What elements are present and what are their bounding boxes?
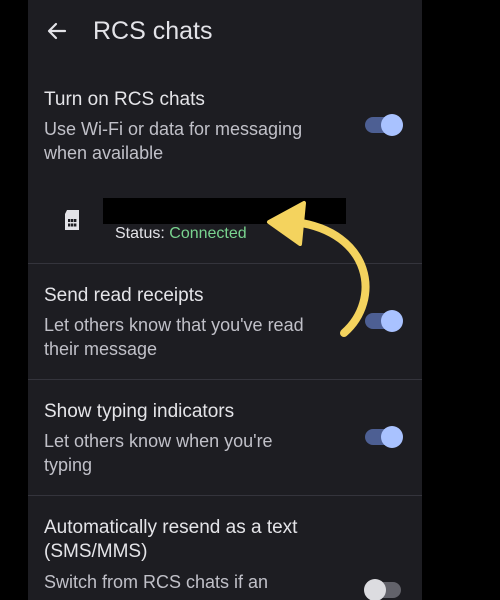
read-receipts-title: Send read receipts <box>44 285 204 306</box>
typing-indicators-subtitle-line-2: typing <box>44 455 93 475</box>
rcs-chats-subtitle-line-2: when available <box>44 143 164 163</box>
phone-screen: RCS chats Turn on RCS chats Use Wi-Fi or… <box>28 0 422 600</box>
sim-name-redaction <box>103 198 346 224</box>
auto-resend-setting[interactable]: Automatically resend as a text (SMS/MMS)… <box>28 496 422 600</box>
auto-resend-title-line-2: (SMS/MMS) <box>44 541 148 562</box>
back-button[interactable] <box>42 16 72 46</box>
read-receipts-subtitle-line-2: their message <box>44 339 158 359</box>
read-receipts-toggle[interactable] <box>365 310 403 332</box>
rcs-chats-toggle[interactable] <box>365 114 403 136</box>
auto-resend-toggle[interactable] <box>364 579 401 600</box>
typing-indicators-toggle[interactable] <box>365 426 403 448</box>
toggle-knob <box>381 114 403 136</box>
status-label: Status: <box>115 225 165 242</box>
read-receipts-setting[interactable]: Send read receipts Let others know that … <box>28 264 422 379</box>
arrow-left-icon <box>47 22 67 40</box>
sim-status-text: Status: Connected <box>115 225 247 243</box>
rcs-chats-setting[interactable]: Turn on RCS chats Use Wi-Fi or data for … <box>28 82 422 182</box>
app-bar: RCS chats <box>28 0 422 66</box>
typing-indicators-title: Show typing indicators <box>44 401 235 422</box>
toggle-knob <box>364 579 386 600</box>
status-value: Connected <box>169 225 247 242</box>
toggle-knob <box>381 310 403 332</box>
auto-resend-title-line-1: Automatically resend as a text <box>44 517 298 538</box>
read-receipts-subtitle-line-1: Let others know that you've read <box>44 315 304 335</box>
rcs-chats-title: Turn on RCS chats <box>44 89 205 110</box>
page-title: RCS chats <box>93 17 213 45</box>
auto-resend-subtitle-line-1: Switch from RCS chats if an <box>44 572 269 592</box>
toggle-knob <box>381 426 403 448</box>
sim-card-icon <box>65 210 79 230</box>
typing-indicators-setting[interactable]: Show typing indicators Let others know w… <box>28 380 422 495</box>
rcs-chats-subtitle-line-1: Use Wi-Fi or data for messaging <box>44 119 303 139</box>
typing-indicators-subtitle-line-1: Let others know when you're <box>44 431 273 451</box>
